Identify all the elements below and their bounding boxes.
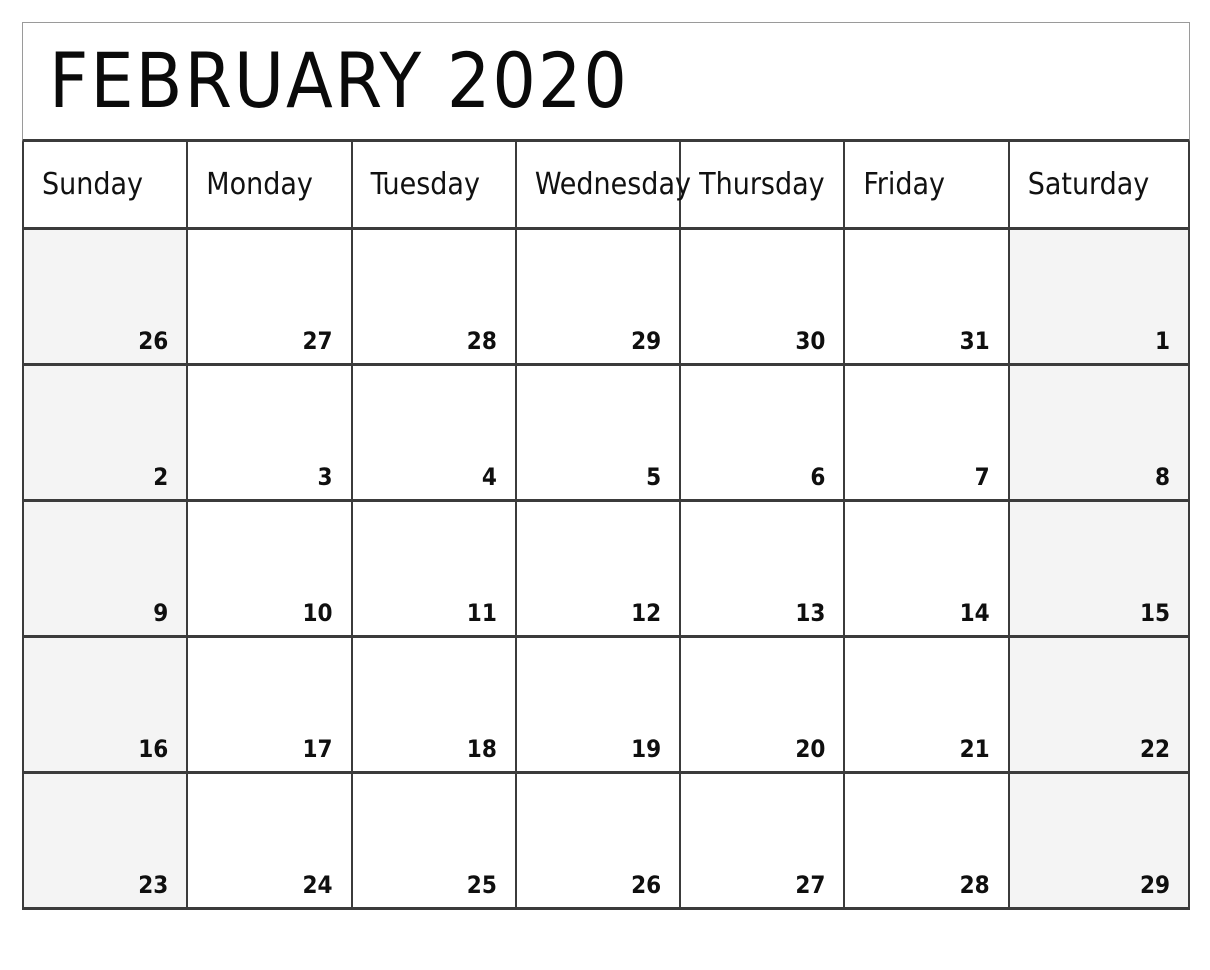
day-cell[interactable]: 28 xyxy=(350,228,517,366)
day-cell[interactable]: 5 xyxy=(514,364,682,502)
calendar: FEBRUARY 2020 Sunday Monday Tuesday Wedn… xyxy=(21,22,1191,922)
page-title: FEBRUARY 2020 xyxy=(49,36,629,125)
day-cell[interactable]: 18 xyxy=(350,636,517,774)
calendar-title-box: FEBRUARY 2020 xyxy=(22,22,1190,142)
day-cell[interactable]: 7 xyxy=(843,364,1010,502)
calendar-week-row: 9 10 11 12 13 14 15 xyxy=(21,500,1191,638)
day-cell[interactable]: 13 xyxy=(679,500,846,638)
day-cell[interactable]: 3 xyxy=(186,364,353,502)
day-cell[interactable]: 22 xyxy=(1007,636,1191,774)
day-cell[interactable]: 23 xyxy=(21,772,189,910)
calendar-week-row: 26 27 28 29 30 31 1 xyxy=(21,228,1191,366)
calendar-grid: Sunday Monday Tuesday Wednesday Thursday… xyxy=(21,142,1191,910)
day-cell[interactable]: 10 xyxy=(186,500,353,638)
day-cell[interactable]: 29 xyxy=(1007,772,1191,910)
day-cell[interactable]: 17 xyxy=(186,636,353,774)
day-cell[interactable]: 11 xyxy=(350,500,517,638)
day-cell[interactable]: 6 xyxy=(679,364,846,502)
day-cell[interactable]: 9 xyxy=(21,500,189,638)
day-cell[interactable]: 19 xyxy=(514,636,682,774)
weekday-header-wednesday: Wednesday xyxy=(514,142,691,230)
day-cell[interactable]: 15 xyxy=(1007,500,1191,638)
day-cell[interactable]: 14 xyxy=(843,500,1010,638)
day-cell[interactable]: 28 xyxy=(843,772,1010,910)
day-cell[interactable]: 26 xyxy=(21,228,189,366)
weekday-header-monday: Monday xyxy=(186,142,353,230)
day-cell[interactable]: 1 xyxy=(1007,228,1191,366)
weekday-header-row: Sunday Monday Tuesday Wednesday Thursday… xyxy=(21,142,1191,230)
calendar-body: 26 27 28 29 30 31 1 2 3 4 5 6 7 8 9 10 1… xyxy=(21,228,1191,910)
calendar-week-row: 2 3 4 5 6 7 8 xyxy=(21,364,1191,502)
day-cell[interactable]: 16 xyxy=(21,636,189,774)
day-cell[interactable]: 26 xyxy=(514,772,682,910)
day-cell[interactable]: 27 xyxy=(679,772,846,910)
day-cell[interactable]: 29 xyxy=(514,228,682,366)
day-cell[interactable]: 24 xyxy=(186,772,353,910)
day-cell[interactable]: 12 xyxy=(514,500,682,638)
weekday-header-friday: Friday xyxy=(843,142,1010,230)
calendar-week-row: 23 24 25 26 27 28 29 xyxy=(21,772,1191,910)
weekday-header-saturday: Saturday xyxy=(1007,142,1191,230)
day-cell[interactable]: 27 xyxy=(186,228,353,366)
weekday-header-sunday: Sunday xyxy=(21,142,189,230)
day-cell[interactable]: 25 xyxy=(350,772,517,910)
weekday-header-tuesday: Tuesday xyxy=(350,142,517,230)
day-cell[interactable]: 30 xyxy=(679,228,846,366)
day-cell[interactable]: 31 xyxy=(843,228,1010,366)
day-cell[interactable]: 21 xyxy=(843,636,1010,774)
day-cell[interactable]: 8 xyxy=(1007,364,1191,502)
day-cell[interactable]: 2 xyxy=(21,364,189,502)
calendar-week-row: 16 17 18 19 20 21 22 xyxy=(21,636,1191,774)
day-cell[interactable]: 20 xyxy=(679,636,846,774)
weekday-header-thursday: Thursday xyxy=(679,142,846,230)
day-cell[interactable]: 4 xyxy=(350,364,517,502)
